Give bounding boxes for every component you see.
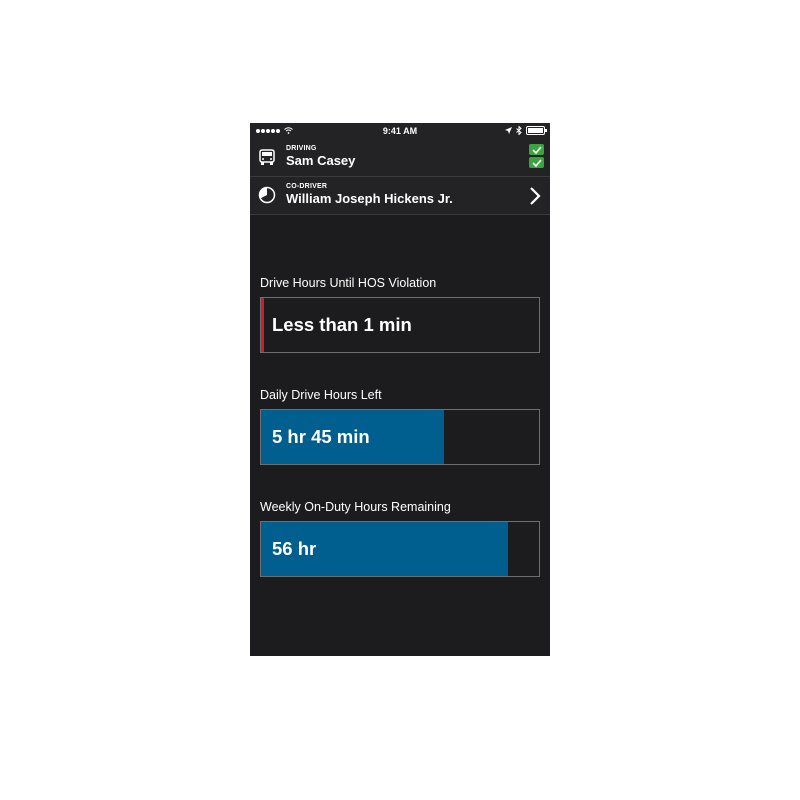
metric-box-hos-violation: Less than 1 min (260, 297, 540, 353)
metric-box-daily-drive: 5 hr 45 min (260, 409, 540, 465)
metric-label-hos-violation: Drive Hours Until HOS Violation (260, 276, 437, 290)
alert-indicator (261, 298, 264, 352)
location-arrow-icon (505, 127, 512, 134)
metric-label-weekly-onduty: Weekly On-Duty Hours Remaining (260, 500, 451, 514)
codriver-name: William Joseph Hickens Jr. (286, 191, 453, 206)
check-icon (529, 157, 544, 168)
battery-icon (526, 126, 547, 135)
metric-value-weekly-onduty: 56 hr (272, 538, 317, 559)
clock-pie-icon (258, 186, 276, 204)
bluetooth-icon (516, 126, 522, 135)
chevron-right-icon[interactable] (529, 186, 541, 206)
codriver-row[interactable]: CO-DRIVER William Joseph Hickens Jr. (250, 177, 550, 215)
check-icon (529, 144, 544, 155)
codriver-caption: CO-DRIVER (286, 183, 328, 190)
driver-name: Sam Casey (286, 153, 356, 168)
driver-caption: DRIVING (286, 145, 317, 152)
metric-box-weekly-onduty: 56 hr (260, 521, 540, 577)
phone-screen: 9:41 AM DRIVING Sam Casey CO-DRIVER Will… (250, 123, 550, 656)
driver-row[interactable]: DRIVING Sam Casey (250, 139, 550, 177)
status-checks (529, 144, 544, 168)
status-bar: 9:41 AM (250, 123, 550, 139)
metric-value-daily-drive: 5 hr 45 min (272, 426, 370, 447)
metric-value-hos-violation: Less than 1 min (272, 314, 412, 335)
metric-label-daily-drive: Daily Drive Hours Left (260, 388, 382, 402)
truck-icon (259, 149, 275, 165)
